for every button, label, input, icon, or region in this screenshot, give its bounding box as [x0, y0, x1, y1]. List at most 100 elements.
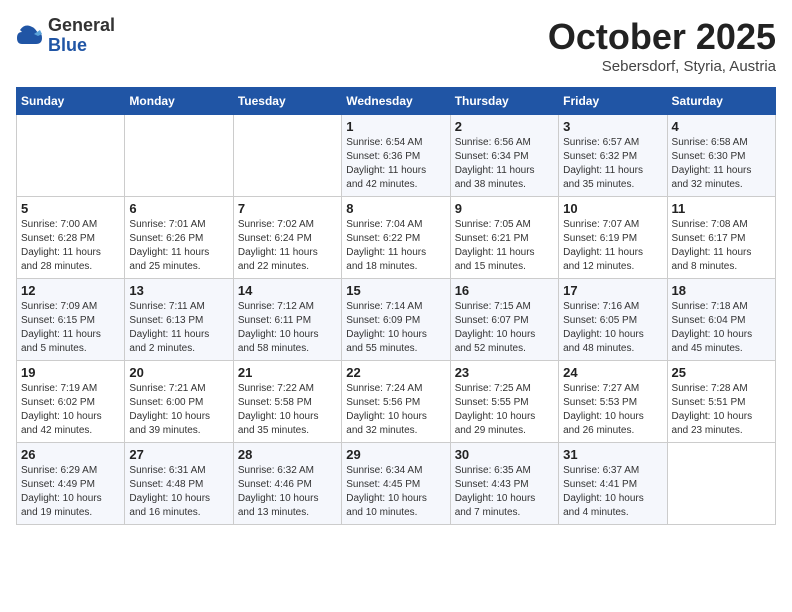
day-info: Sunrise: 7:07 AM Sunset: 6:19 PM Dayligh… [563, 218, 662, 274]
calendar-cell: 8 Sunrise: 7:04 AM Sunset: 6:22 PM Daylig… [342, 197, 450, 279]
weekday-header-wednesday: Wednesday [342, 88, 450, 115]
day-info: Sunrise: 7:21 AM Sunset: 6:00 PM Dayligh… [129, 382, 228, 438]
calendar-cell [17, 115, 125, 197]
calendar-cell: 18 Sunrise: 7:18 AM Sunset: 6:04 PM Dayli… [667, 279, 775, 361]
day-number: 30 [455, 447, 554, 462]
calendar-cell [125, 115, 233, 197]
day-number: 16 [455, 283, 554, 298]
day-info: Sunrise: 7:19 AM Sunset: 6:02 PM Dayligh… [21, 382, 120, 438]
day-number: 25 [672, 365, 771, 380]
calendar-cell: 19 Sunrise: 7:19 AM Sunset: 6:02 PM Dayli… [17, 361, 125, 443]
day-info: Sunrise: 7:02 AM Sunset: 6:24 PM Dayligh… [238, 218, 337, 274]
day-number: 6 [129, 201, 228, 216]
calendar-week-1: 1 Sunrise: 6:54 AM Sunset: 6:36 PM Daylig… [17, 115, 776, 197]
calendar-week-4: 19 Sunrise: 7:19 AM Sunset: 6:02 PM Dayli… [17, 361, 776, 443]
weekday-header-saturday: Saturday [667, 88, 775, 115]
calendar-cell: 20 Sunrise: 7:21 AM Sunset: 6:00 PM Dayli… [125, 361, 233, 443]
day-info: Sunrise: 6:29 AM Sunset: 4:49 PM Dayligh… [21, 464, 120, 520]
month-title: October 2025 [548, 16, 776, 58]
day-info: Sunrise: 6:58 AM Sunset: 6:30 PM Dayligh… [672, 136, 771, 192]
day-info: Sunrise: 7:18 AM Sunset: 6:04 PM Dayligh… [672, 300, 771, 356]
calendar-cell: 27Sunrise: 6:31 AM Sunset: 4:48 PM Dayli… [125, 443, 233, 525]
day-info: Sunrise: 7:00 AM Sunset: 6:28 PM Dayligh… [21, 218, 120, 274]
day-number: 12 [21, 283, 120, 298]
calendar-cell: 12 Sunrise: 7:09 AM Sunset: 6:15 PM Dayli… [17, 279, 125, 361]
day-number: 20 [129, 365, 228, 380]
day-number: 21 [238, 365, 337, 380]
day-number: 26 [21, 447, 120, 462]
day-info: Sunrise: 7:01 AM Sunset: 6:26 PM Dayligh… [129, 218, 228, 274]
weekday-header-row: SundayMondayTuesdayWednesdayThursdayFrid… [17, 88, 776, 115]
day-number: 1 [346, 119, 445, 134]
day-info: Sunrise: 7:05 AM Sunset: 6:21 PM Dayligh… [455, 218, 554, 274]
calendar-cell: 6 Sunrise: 7:01 AM Sunset: 6:26 PM Daylig… [125, 197, 233, 279]
location-subtitle: Sebersdorf, Styria, Austria [548, 58, 776, 75]
day-number: 22 [346, 365, 445, 380]
calendar-cell [233, 115, 341, 197]
day-number: 14 [238, 283, 337, 298]
day-number: 29 [346, 447, 445, 462]
day-info: Sunrise: 7:09 AM Sunset: 6:15 PM Dayligh… [21, 300, 120, 356]
day-info: Sunrise: 7:24 AM Sunset: 5:56 PM Dayligh… [346, 382, 445, 438]
calendar-cell: 22 Sunrise: 7:24 AM Sunset: 5:56 PM Dayli… [342, 361, 450, 443]
day-info: Sunrise: 7:15 AM Sunset: 6:07 PM Dayligh… [455, 300, 554, 356]
day-number: 13 [129, 283, 228, 298]
calendar-week-5: 26 Sunrise: 6:29 AM Sunset: 4:49 PM Dayli… [17, 443, 776, 525]
day-info: Sunrise: 6:32 AM Sunset: 4:46 PM Dayligh… [238, 464, 337, 520]
day-number: 19 [21, 365, 120, 380]
day-number: 24 [563, 365, 662, 380]
logo-icon [16, 22, 44, 50]
day-info: Sunrise: 6:34 AM Sunset: 4:45 PM Dayligh… [346, 464, 445, 520]
calendar-cell: 4 Sunrise: 6:58 AM Sunset: 6:30 PM Daylig… [667, 115, 775, 197]
day-number: 7 [238, 201, 337, 216]
calendar-cell: 2Sunrise: 6:56 AM Sunset: 6:34 PM Daylig… [450, 115, 558, 197]
day-info: Sunrise: 7:11 AM Sunset: 6:13 PM Dayligh… [129, 300, 228, 356]
day-info: Sunrise: 7:27 AM Sunset: 5:53 PM Dayligh… [563, 382, 662, 438]
calendar-cell: 21Sunrise: 7:22 AM Sunset: 5:58 PM Dayli… [233, 361, 341, 443]
calendar-cell: 16 Sunrise: 7:15 AM Sunset: 6:07 PM Dayli… [450, 279, 558, 361]
day-info: Sunrise: 7:04 AM Sunset: 6:22 PM Dayligh… [346, 218, 445, 274]
calendar-cell: 5 Sunrise: 7:00 AM Sunset: 6:28 PM Daylig… [17, 197, 125, 279]
weekday-header-tuesday: Tuesday [233, 88, 341, 115]
calendar-cell: 9 Sunrise: 7:05 AM Sunset: 6:21 PM Daylig… [450, 197, 558, 279]
day-info: Sunrise: 7:25 AM Sunset: 5:55 PM Dayligh… [455, 382, 554, 438]
day-info: Sunrise: 7:14 AM Sunset: 6:09 PM Dayligh… [346, 300, 445, 356]
title-block: October 2025 Sebersdorf, Styria, Austria [548, 16, 776, 75]
day-number: 2 [455, 119, 554, 134]
day-number: 23 [455, 365, 554, 380]
calendar-cell: 14 Sunrise: 7:12 AM Sunset: 6:11 PM Dayli… [233, 279, 341, 361]
weekday-header-thursday: Thursday [450, 88, 558, 115]
calendar-cell: 24 Sunrise: 7:27 AM Sunset: 5:53 PM Dayli… [559, 361, 667, 443]
day-number: 5 [21, 201, 120, 216]
page-header: General Blue October 2025 Sebersdorf, St… [16, 16, 776, 75]
day-number: 4 [672, 119, 771, 134]
day-number: 11 [672, 201, 771, 216]
logo: General Blue [16, 16, 115, 56]
calendar-cell: 11Sunrise: 7:08 AM Sunset: 6:17 PM Dayli… [667, 197, 775, 279]
calendar-cell: 31Sunrise: 6:37 AM Sunset: 4:41 PM Dayli… [559, 443, 667, 525]
day-info: Sunrise: 6:57 AM Sunset: 6:32 PM Dayligh… [563, 136, 662, 192]
day-info: Sunrise: 7:12 AM Sunset: 6:11 PM Dayligh… [238, 300, 337, 356]
day-number: 3 [563, 119, 662, 134]
calendar-cell: 13 Sunrise: 7:11 AM Sunset: 6:13 PM Dayli… [125, 279, 233, 361]
calendar-cell: 7 Sunrise: 7:02 AM Sunset: 6:24 PM Daylig… [233, 197, 341, 279]
day-number: 31 [563, 447, 662, 462]
weekday-header-sunday: Sunday [17, 88, 125, 115]
day-number: 18 [672, 283, 771, 298]
calendar-cell: 30Sunrise: 6:35 AM Sunset: 4:43 PM Dayli… [450, 443, 558, 525]
day-info: Sunrise: 6:54 AM Sunset: 6:36 PM Dayligh… [346, 136, 445, 192]
calendar-cell: 15 Sunrise: 7:14 AM Sunset: 6:09 PM Dayli… [342, 279, 450, 361]
day-number: 15 [346, 283, 445, 298]
weekday-header-friday: Friday [559, 88, 667, 115]
calendar-cell: 28 Sunrise: 6:32 AM Sunset: 4:46 PM Dayli… [233, 443, 341, 525]
calendar-week-3: 12 Sunrise: 7:09 AM Sunset: 6:15 PM Dayli… [17, 279, 776, 361]
calendar-cell [667, 443, 775, 525]
day-info: Sunrise: 6:31 AM Sunset: 4:48 PM Dayligh… [129, 464, 228, 520]
calendar-cell: 1 Sunrise: 6:54 AM Sunset: 6:36 PM Daylig… [342, 115, 450, 197]
day-number: 8 [346, 201, 445, 216]
calendar-cell: 3 Sunrise: 6:57 AM Sunset: 6:32 PM Daylig… [559, 115, 667, 197]
day-number: 28 [238, 447, 337, 462]
calendar-cell: 25Sunrise: 7:28 AM Sunset: 5:51 PM Dayli… [667, 361, 775, 443]
day-number: 9 [455, 201, 554, 216]
calendar-table: SundayMondayTuesdayWednesdayThursdayFrid… [16, 87, 776, 525]
